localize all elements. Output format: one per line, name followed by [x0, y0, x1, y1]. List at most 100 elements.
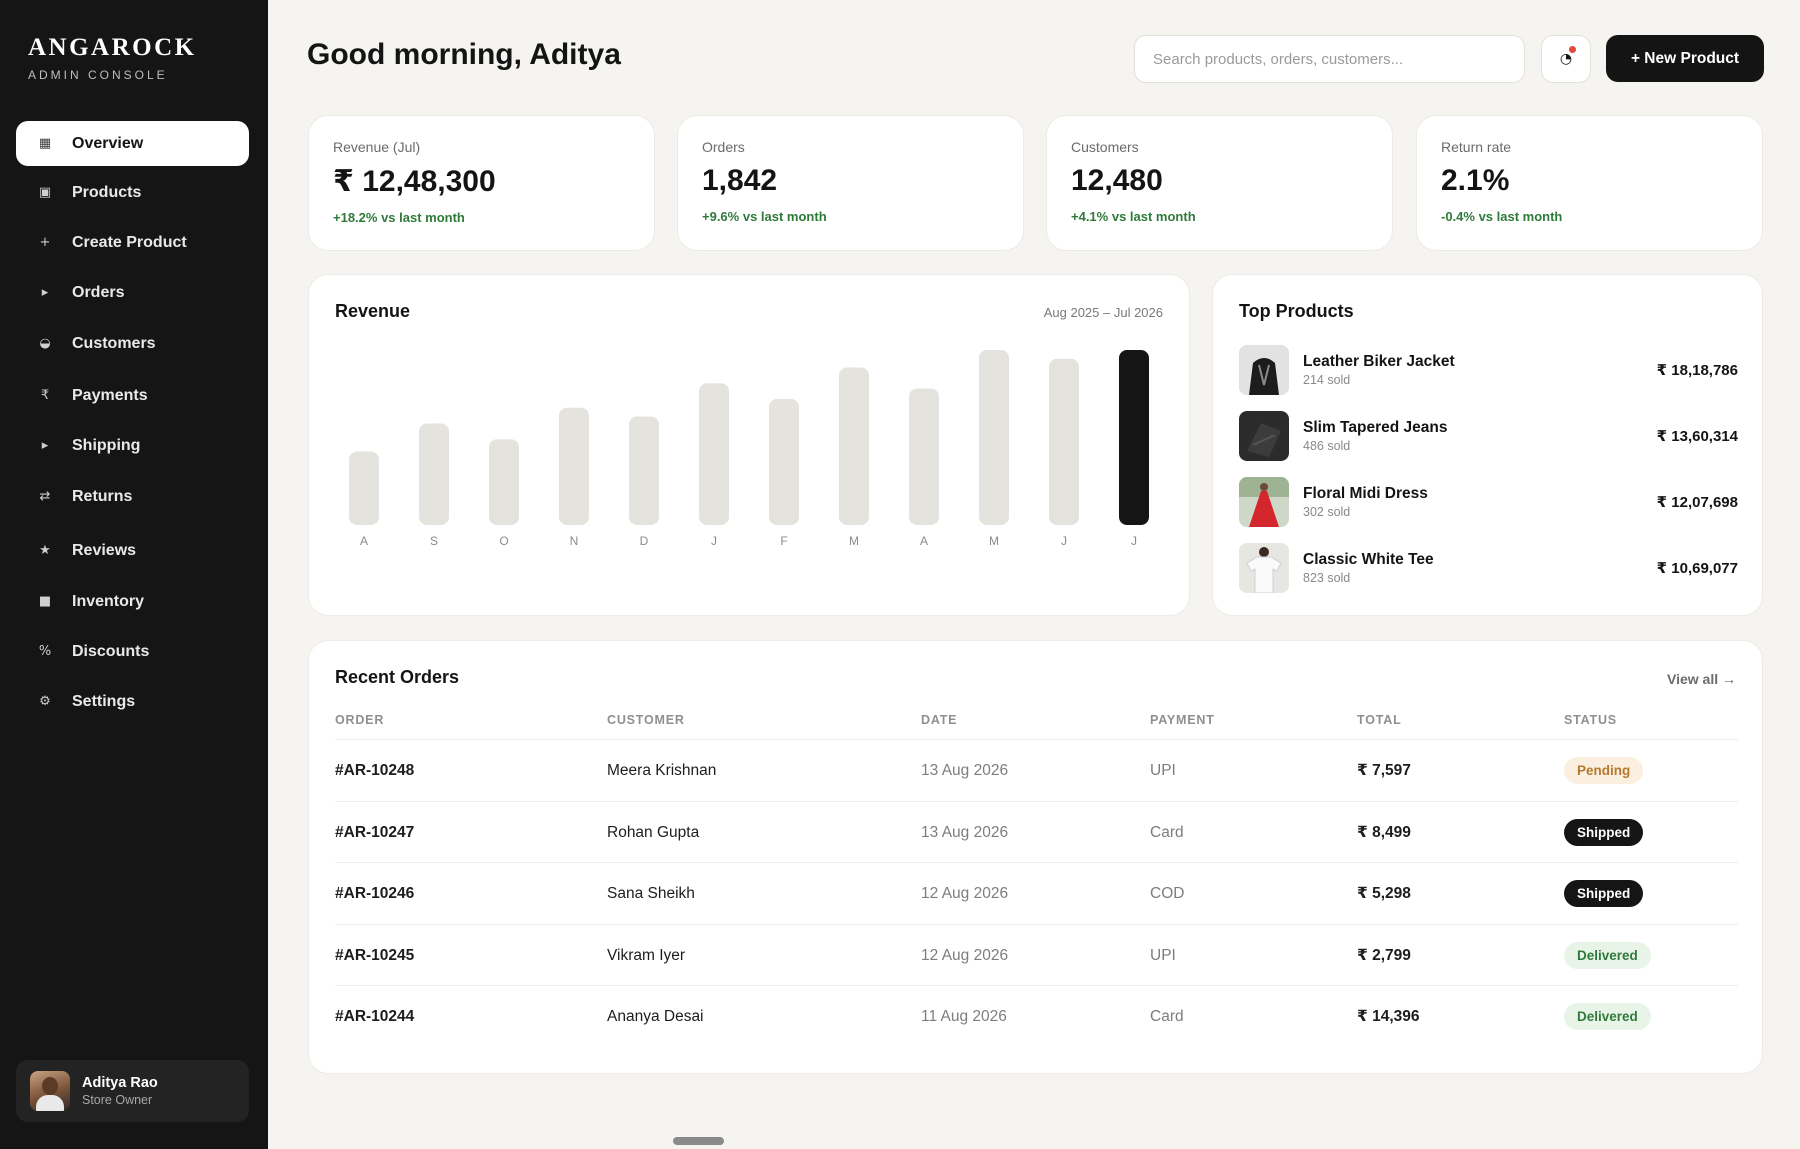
kpi-card-revenue: Revenue (Jul) ₹ 12,48,300 +18.2% vs last…: [308, 115, 655, 251]
order-date: 11 Aug 2026: [921, 1007, 1007, 1025]
sidebar-item-payments[interactable]: ₹ Payments: [16, 373, 249, 418]
order-date: 12 Aug 2026: [921, 946, 1009, 964]
percent-icon: %: [38, 644, 52, 659]
product-revenue: ₹ 12,07,698: [1656, 494, 1738, 511]
kpi-label: Customers: [1071, 139, 1139, 155]
sidebar: ANGAROCK ADMIN CONSOLE ▦ Overview ▣ Prod…: [0, 0, 268, 1149]
revenue-bar[interactable]: [419, 423, 449, 526]
revenue-bar[interactable]: [1049, 358, 1079, 525]
rupee-icon: ₹: [40, 388, 50, 403]
scroll-handle[interactable]: [673, 1137, 724, 1145]
revenue-bar[interactable]: [349, 451, 379, 526]
revenue-bar[interactable]: [1119, 350, 1149, 525]
revenue-bar[interactable]: [839, 367, 869, 526]
sidebar-item-label: Shipping: [72, 436, 141, 454]
product-name: Floral Midi Dress: [1303, 485, 1428, 502]
new-product-button[interactable]: + New Product: [1606, 35, 1764, 82]
order-id[interactable]: #AR-10246: [335, 863, 414, 924]
sidebar-item-overview[interactable]: ▦ Overview: [16, 121, 249, 166]
notification-dot: [1569, 46, 1576, 53]
brand-subtitle: ADMIN CONSOLE: [28, 68, 168, 82]
column-header-payment: PAYMENT: [1150, 713, 1215, 727]
product-thumbnail: [1239, 411, 1289, 461]
x-axis-tick-label: F: [780, 534, 787, 548]
swap-arrows-icon: ⇄: [39, 489, 51, 504]
brand-logo: ANGAROCK: [28, 34, 197, 61]
table-row[interactable]: #AR-10246 Sana Sheikh 12 Aug 2026 COD ₹ …: [335, 862, 1738, 923]
top-product-row[interactable]: Slim Tapered Jeans 486 sold ₹ 13,60,314: [1239, 411, 1738, 461]
kpi-delta: +18.2% vs last month: [333, 210, 465, 225]
notification-button[interactable]: ◔: [1541, 35, 1591, 83]
revenue-bar[interactable]: [559, 407, 589, 525]
search-box[interactable]: [1134, 35, 1525, 83]
kpi-card-return-rate: Return rate 2.1% -0.4% vs last month: [1416, 115, 1763, 251]
sidebar-item-label: Inventory: [72, 592, 145, 610]
sidebar-item-settings[interactable]: ⚙ Settings: [16, 679, 249, 724]
order-id[interactable]: #AR-10247: [335, 802, 414, 863]
revenue-bar[interactable]: [769, 399, 799, 525]
column-header-customer: CUSTOMER: [607, 713, 685, 727]
order-id[interactable]: #AR-10244: [335, 986, 414, 1047]
order-payment: Card: [1150, 823, 1184, 841]
column-header-order: ORDER: [335, 713, 385, 727]
table-row[interactable]: #AR-10248 Meera Krishnan 13 Aug 2026 UPI…: [335, 739, 1738, 800]
revenue-bar[interactable]: [979, 350, 1009, 525]
order-id[interactable]: #AR-10248: [335, 740, 414, 801]
sidebar-item-orders[interactable]: ▸ Orders: [16, 270, 249, 315]
product-sold-count: 823 sold: [1303, 571, 1351, 585]
revenue-bar[interactable]: [629, 416, 659, 526]
top-product-row[interactable]: Leather Biker Jacket 214 sold ₹ 18,18,78…: [1239, 345, 1738, 395]
star-icon: ★: [39, 543, 51, 558]
x-axis-tick-label: A: [360, 534, 368, 548]
order-customer: Vikram Iyer: [607, 946, 686, 964]
sidebar-item-returns[interactable]: ⇄ Returns: [16, 474, 249, 519]
order-total: ₹ 2,799: [1357, 947, 1411, 964]
x-axis-tick-label: M: [849, 534, 859, 548]
order-customer: Ananya Desai: [607, 1007, 704, 1025]
revenue-bar[interactable]: [909, 388, 939, 526]
sidebar-item-discounts[interactable]: % Discounts: [16, 629, 249, 674]
top-products-card: Top Products Leather Biker Jacket 214 so…: [1212, 274, 1763, 616]
sidebar-item-inventory[interactable]: ■ Inventory: [16, 579, 249, 624]
product-name: Classic White Tee: [1303, 551, 1434, 568]
caret-right-icon: ▸: [41, 285, 49, 300]
order-payment: UPI: [1150, 946, 1176, 964]
search-input[interactable]: [1153, 50, 1524, 68]
top-product-row[interactable]: Classic White Tee 823 sold ₹ 10,69,077: [1239, 543, 1738, 593]
sidebar-item-label: Customers: [72, 334, 156, 352]
sidebar-item-label: Create Product: [72, 233, 187, 251]
order-id[interactable]: #AR-10245: [335, 925, 414, 986]
sidebar-item-create-product[interactable]: + Create Product: [16, 220, 249, 265]
view-all-link[interactable]: View all →: [1667, 671, 1736, 687]
order-total: ₹ 8,499: [1357, 824, 1411, 841]
table-row[interactable]: #AR-10245 Vikram Iyer 12 Aug 2026 UPI ₹ …: [335, 924, 1738, 985]
product-name: Slim Tapered Jeans: [1303, 419, 1448, 436]
kpi-value: ₹ 12,48,300: [333, 165, 496, 198]
x-axis-tick-label: N: [570, 534, 579, 548]
sidebar-item-shipping[interactable]: ▸ Shipping: [16, 423, 249, 468]
product-name: Leather Biker Jacket: [1303, 353, 1455, 370]
product-sold-count: 214 sold: [1303, 373, 1351, 387]
table-row[interactable]: #AR-10244 Ananya Desai 11 Aug 2026 Card …: [335, 985, 1738, 1046]
x-axis-tick-label: J: [1061, 534, 1067, 548]
top-product-row[interactable]: Floral Midi Dress 302 sold ₹ 12,07,698: [1239, 477, 1738, 527]
box-icon: ▣: [38, 185, 52, 200]
order-total: ₹ 14,396: [1357, 1008, 1420, 1025]
caret-right-icon: ▸: [41, 438, 49, 453]
revenue-bar[interactable]: [699, 383, 729, 525]
revenue-bar[interactable]: [489, 439, 519, 525]
sidebar-item-label: Orders: [72, 283, 125, 301]
sidebar-item-customers[interactable]: ◒ Customers: [16, 321, 249, 366]
avatar: [30, 1071, 70, 1111]
order-date: 13 Aug 2026: [921, 761, 1009, 779]
order-total: ₹ 5,298: [1357, 885, 1411, 902]
user-profile-card[interactable]: Aditya Rao Store Owner: [16, 1060, 249, 1122]
product-revenue: ₹ 18,18,786: [1656, 362, 1738, 379]
kpi-label: Orders: [702, 139, 745, 155]
order-customer: Sana Sheikh: [607, 884, 695, 902]
sidebar-item-products[interactable]: ▣ Products: [16, 170, 249, 215]
table-row[interactable]: #AR-10247 Rohan Gupta 13 Aug 2026 Card ₹…: [335, 801, 1738, 862]
square-icon: ■: [38, 594, 52, 609]
x-axis-tick-label: J: [711, 534, 717, 548]
sidebar-item-reviews[interactable]: ★ Reviews: [16, 528, 249, 573]
